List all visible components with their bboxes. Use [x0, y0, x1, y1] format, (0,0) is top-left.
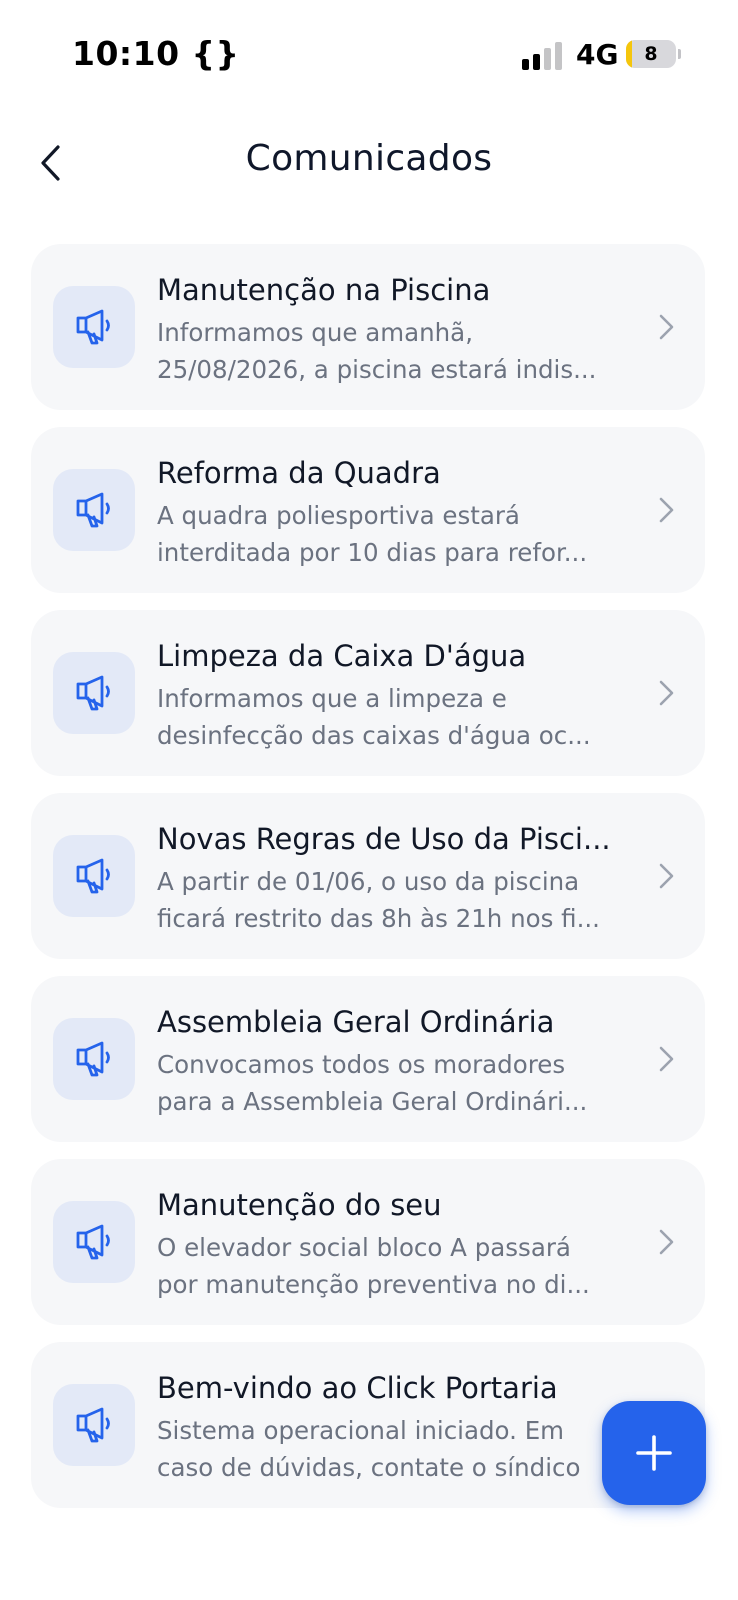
chevron-right-icon: [659, 314, 674, 340]
announcement-card[interactable]: Assembleia Geral Ordinária Convocamos tod…: [31, 976, 705, 1142]
announcement-description: A partir de 01/06, o uso da piscina ficar…: [157, 863, 635, 937]
announcement-text: Reforma da Quadra A quadra poliesportiva …: [157, 453, 635, 571]
announcement-text: Limpeza da Caixa D'água Informamos que a …: [157, 636, 635, 754]
status-bar: 10:10 {} 4G 8: [0, 0, 738, 108]
announcement-text: Novas Regras de Uso da Pisci... A partir …: [157, 819, 635, 937]
announcement-description: Informamos que amanhã, 25/08/2026, a pisc…: [157, 314, 635, 388]
announcement-text: Bem-vindo ao Click Portaria Sistema opera…: [157, 1368, 635, 1486]
announcement-title: Bem-vindo ao Click Portaria: [157, 1371, 558, 1405]
announcement-title: Assembleia Geral Ordinária: [157, 1005, 555, 1039]
announcement-icon-tile: [53, 652, 135, 734]
announcement-description: Convocamos todos os moradores para a Asse…: [157, 1046, 635, 1120]
plus-icon: [636, 1435, 672, 1471]
announcements-list: Manutenção na Piscina Informamos que aman…: [31, 244, 705, 1525]
announcement-description-line: A quadra poliesportiva estará: [157, 501, 520, 530]
megaphone-icon: [76, 858, 110, 894]
announcement-description-line: Informamos que a limpeza e: [157, 684, 507, 713]
megaphone-icon: [76, 1224, 110, 1260]
announcement-icon-tile: [53, 1384, 135, 1466]
announcement-description-line: caso de dúvidas, contate o síndico: [157, 1453, 581, 1482]
network-type: 4G: [576, 38, 619, 71]
announcement-description-line: desinfecção das caixas d'água oc...: [157, 721, 591, 750]
chevron-right-icon: [659, 863, 674, 889]
announcement-title: Limpeza da Caixa D'água: [157, 639, 527, 673]
announcement-icon-tile: [53, 1018, 135, 1100]
announcement-description-line: Convocamos todos os moradores: [157, 1050, 566, 1079]
announcement-description-line: interditada por 10 dias para refor...: [157, 538, 588, 567]
announcement-icon-tile: [53, 1201, 135, 1283]
announcement-description: A quadra poliesportiva estará interditada…: [157, 497, 635, 571]
add-announcement-button[interactable]: [602, 1401, 706, 1505]
cellular-signal-icon: [522, 42, 562, 70]
announcement-card[interactable]: Novas Regras de Uso da Pisci... A partir …: [31, 793, 705, 959]
announcement-description-line: para a Assembleia Geral Ordinári...: [157, 1087, 588, 1116]
announcement-card[interactable]: Manutenção do seu O elevador social bloco…: [31, 1159, 705, 1325]
megaphone-icon: [76, 1041, 110, 1077]
announcement-card[interactable]: Manutenção na Piscina Informamos que aman…: [31, 244, 705, 410]
chevron-right-icon: [659, 1046, 674, 1072]
announcement-text: Manutenção do seu O elevador social bloco…: [157, 1185, 635, 1303]
megaphone-icon: [76, 675, 110, 711]
chevron-right-icon: [659, 1229, 674, 1255]
megaphone-icon: [76, 492, 110, 528]
announcement-card[interactable]: Limpeza da Caixa D'água Informamos que a …: [31, 610, 705, 776]
announcement-description-line: ficará restrito das 8h às 21h nos fi...: [157, 904, 600, 933]
announcement-description: Informamos que a limpeza e desinfecção da…: [157, 680, 635, 754]
header: Comunicados: [0, 118, 738, 208]
announcement-description-line: O elevador social bloco A passará: [157, 1233, 571, 1262]
announcement-text: Manutenção na Piscina Informamos que aman…: [157, 270, 635, 388]
announcement-description: Sistema operacional iniciado. Em caso de …: [157, 1412, 635, 1486]
chevron-right-icon: [659, 680, 674, 706]
announcement-text: Assembleia Geral Ordinária Convocamos tod…: [157, 1002, 635, 1120]
status-time: 10:10 {}: [72, 34, 240, 73]
announcement-title: Reforma da Quadra: [157, 456, 441, 490]
page-title: Comunicados: [245, 138, 493, 179]
announcement-description-line: por manutenção preventiva no di...: [157, 1270, 590, 1299]
megaphone-icon: [76, 309, 110, 345]
megaphone-icon: [76, 1407, 110, 1443]
battery-level: 8: [644, 43, 658, 65]
announcement-icon-tile: [53, 469, 135, 551]
announcement-description-line: 25/08/2026, a piscina estará indis...: [157, 355, 597, 384]
announcement-card[interactable]: Reforma da Quadra A quadra poliesportiva …: [31, 427, 705, 593]
announcement-title: Manutenção do seu: [157, 1188, 442, 1222]
chevron-right-icon: [659, 497, 674, 523]
battery-icon: 8: [626, 40, 681, 68]
announcement-description-line: Sistema operacional iniciado. Em: [157, 1416, 565, 1445]
announcement-description: O elevador social bloco A passará por man…: [157, 1229, 635, 1303]
announcement-title: Manutenção na Piscina: [157, 273, 491, 307]
announcement-description-line: A partir de 01/06, o uso da piscina: [157, 867, 580, 896]
announcement-title: Novas Regras de Uso da Pisci...: [157, 822, 611, 856]
announcement-icon-tile: [53, 286, 135, 368]
announcement-icon-tile: [53, 835, 135, 917]
announcement-description-line: Informamos que amanhã,: [157, 318, 473, 347]
